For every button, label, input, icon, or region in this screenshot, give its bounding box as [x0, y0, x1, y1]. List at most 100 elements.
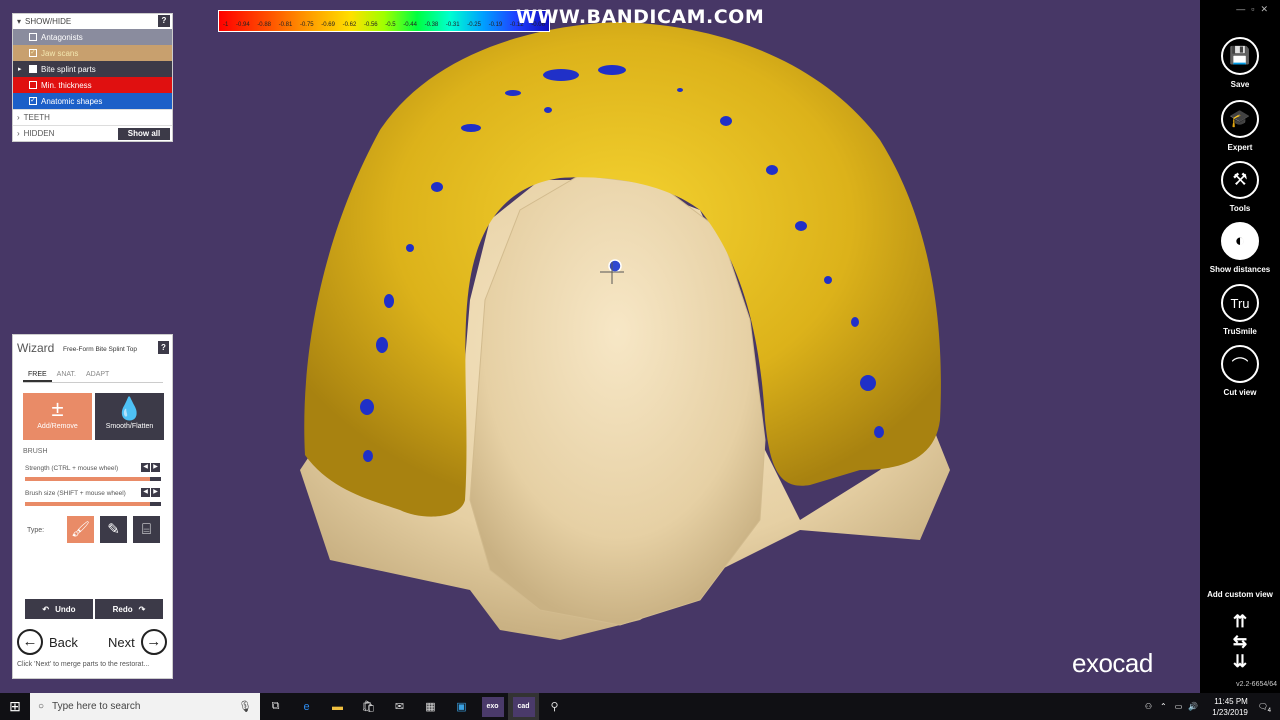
checkbox[interactable]: ✓	[29, 49, 37, 57]
undo-icon: ↶	[42, 604, 50, 614]
exocad-taskbar-button[interactable]: exo	[477, 693, 508, 720]
toggle-label: Bite splint parts	[41, 64, 96, 74]
save-icon: 💾	[1221, 37, 1259, 75]
brush-icon: ✎	[107, 521, 120, 538]
chevron-right-icon[interactable]: ▸	[18, 65, 22, 73]
toggle-jaw-scans[interactable]: ✓ Jaw scans	[13, 45, 172, 61]
window-controls[interactable]: —▫✕	[1236, 4, 1274, 15]
smooth-flatten-label: Smooth/Flatten	[105, 423, 154, 430]
volume-icon[interactable]: 🔊	[1188, 702, 1198, 711]
teeth-label: TEETH	[23, 113, 50, 122]
notification-icon[interactable]: 🗨 4	[1258, 702, 1271, 714]
hidden-section[interactable]: › HIDDEN Show all	[13, 125, 172, 141]
show-distances-button[interactable]: ◐ Show distances	[1200, 222, 1280, 274]
brush-type-cylinder-button[interactable]: ⌸	[133, 516, 160, 543]
brush-size-slider[interactable]	[25, 502, 161, 506]
increase-icon[interactable]: ▶	[151, 488, 160, 497]
wizard-title: Wizard	[17, 341, 55, 355]
toggle-anatomic-shapes[interactable]: ✓ Anatomic shapes	[13, 93, 172, 109]
brush-type-brush-button[interactable]: ✎	[100, 516, 127, 543]
type-label: Type:	[27, 527, 45, 534]
save-label: Save	[1230, 80, 1250, 89]
view-down-icon[interactable]: ⇊	[1216, 652, 1264, 672]
dental-model-scene[interactable]	[0, 0, 1200, 693]
toggle-label: Anatomic shapes	[41, 96, 103, 106]
tab-divider	[23, 382, 163, 383]
increase-icon[interactable]: ▶	[151, 463, 160, 472]
scale-tick: -0.88	[257, 22, 271, 28]
show-hide-title: SHOW/HIDE	[25, 17, 72, 26]
network-icon[interactable]: ▭	[1175, 702, 1183, 711]
mail-icon[interactable]: ✉	[384, 693, 415, 720]
trusmile-button[interactable]: Tru TruSmile	[1200, 284, 1280, 336]
teeth-section[interactable]: › TEETH	[13, 109, 172, 125]
decrease-icon[interactable]: ◀	[141, 463, 150, 472]
app-icon[interactable]: ▦	[415, 693, 446, 720]
strength-fill	[25, 477, 151, 481]
cursor-marker	[608, 259, 622, 273]
expert-button[interactable]: 🎓 Expert	[1200, 100, 1280, 152]
checkbox[interactable]: ✓	[29, 97, 37, 105]
tab-anat[interactable]: ANAT.	[52, 369, 81, 382]
task-view-icon[interactable]: ⧉	[260, 693, 291, 720]
show-distances-label: Show distances	[1209, 265, 1271, 274]
checkbox[interactable]	[29, 81, 37, 89]
undo-label: Undo	[55, 604, 76, 614]
search-icon: ○	[38, 701, 45, 712]
store-icon[interactable]: 🛍	[353, 693, 384, 720]
satellite-icon[interactable]: ⚲	[539, 693, 570, 720]
save-button[interactable]: 💾 Save	[1200, 37, 1280, 89]
edge-browser-icon[interactable]: e	[291, 693, 322, 720]
redo-button[interactable]: Redo ↷	[95, 599, 163, 619]
taskbar-search[interactable]: ○ Type here to search 🎙	[30, 693, 260, 720]
trusmile-label: TruSmile	[1223, 327, 1257, 336]
checkbox[interactable]	[29, 65, 37, 73]
decrease-icon[interactable]: ◀	[141, 488, 150, 497]
tab-adapt[interactable]: ADAPT	[81, 369, 114, 382]
scale-tick: -0.69	[321, 22, 335, 28]
wizard-panel: Wizard Free-Form Bite Splint Top ? FREE …	[12, 334, 173, 679]
clock[interactable]: 11:45 PM 1/23/2019	[1212, 696, 1248, 718]
toggle-label: Min. thickness	[41, 80, 92, 90]
show-hide-header[interactable]: ▾ SHOW/HIDE ?	[13, 14, 172, 29]
tools-button[interactable]: ⚒ Tools	[1200, 161, 1280, 213]
file-explorer-icon[interactable]: ▬	[322, 693, 353, 720]
show-all-button[interactable]: Show all	[118, 128, 170, 140]
scale-tick: -0.94	[235, 22, 250, 28]
chevron-right-icon: ›	[17, 113, 20, 122]
scale-tick: -0.62	[342, 22, 357, 28]
exocad-logo: exocad	[1072, 648, 1153, 678]
smooth-flatten-button[interactable]: 💧 Smooth/Flatten	[95, 393, 164, 440]
cad-taskbar-button[interactable]: cad	[508, 693, 539, 720]
brush-type-paint-button[interactable]: 🖌	[67, 516, 94, 543]
cut-view-button[interactable]: ⌒ Cut view	[1200, 345, 1280, 397]
view-direction-arrows[interactable]: ⇈ ⇆ ⇊	[1216, 612, 1264, 672]
toggle-min-thickness[interactable]: Min. thickness	[13, 77, 172, 93]
help-button[interactable]: ?	[158, 15, 170, 27]
add-custom-view-button[interactable]: Add custom view	[1200, 590, 1280, 599]
right-toolbar: —▫✕ 💾 Save 🎓 Expert ⚒ Tools ◐ Show dista…	[1200, 0, 1280, 693]
back-label: Back	[49, 634, 78, 650]
view-up-icon[interactable]: ⇈	[1216, 612, 1264, 632]
chevron-down-icon: ▾	[17, 17, 22, 26]
3d-viewport[interactable]	[0, 0, 1200, 693]
people-icon[interactable]: ⚇	[1145, 702, 1152, 711]
scale-tick: -0.44	[403, 22, 417, 28]
view-side-icon[interactable]: ⇆	[1216, 632, 1264, 652]
checkbox[interactable]	[29, 33, 37, 41]
undo-button[interactable]: ↶ Undo	[25, 599, 93, 619]
app-icon-blue[interactable]: ▣	[446, 693, 477, 720]
arrow-right-icon: →	[140, 629, 167, 655]
strength-slider[interactable]	[25, 477, 161, 481]
toggle-antagonists[interactable]: Antagonists	[13, 29, 172, 45]
next-button[interactable]: Next →	[108, 629, 167, 655]
windows-start-icon[interactable]: ⊞	[0, 698, 30, 715]
add-remove-button[interactable]: ± Add/Remove	[23, 393, 92, 440]
tab-free[interactable]: FREE	[23, 369, 52, 382]
tray-chevron-icon[interactable]: ⌃	[1160, 702, 1167, 711]
help-button[interactable]: ?	[158, 341, 169, 354]
toggle-bite-splint-parts[interactable]: ▸ Bite splint parts	[13, 61, 172, 77]
microphone-icon[interactable]: 🎙	[238, 700, 252, 713]
windows-taskbar: ⊞ ○ Type here to search 🎙 ⧉ e ▬ 🛍 ✉ ▦ ▣ …	[0, 693, 1280, 720]
back-button[interactable]: ← Back	[17, 629, 78, 655]
